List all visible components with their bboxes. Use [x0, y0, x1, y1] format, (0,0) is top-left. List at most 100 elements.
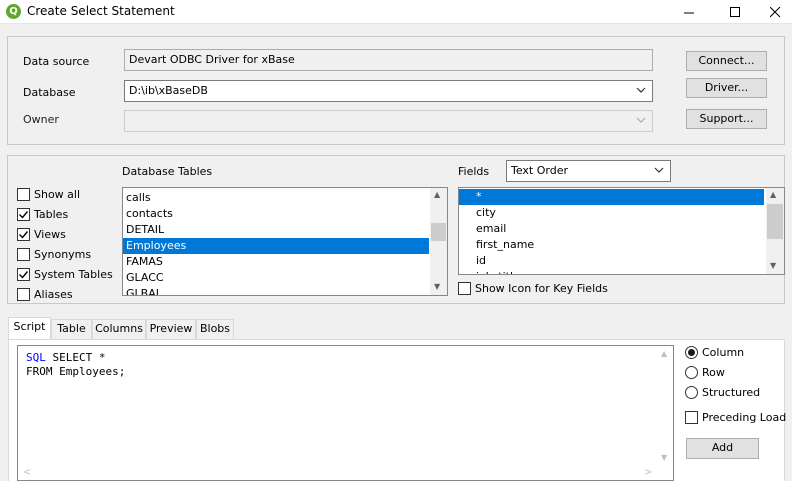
show-icon-key-fields-checkbox[interactable]: Show Icon for Key Fields: [458, 282, 608, 295]
checkmark-icon: [19, 211, 29, 219]
support-button[interactable]: Support...: [686, 109, 767, 129]
preceding-load-box: [685, 411, 698, 424]
scroll-up-arrow-icon[interactable]: ▲: [770, 190, 776, 199]
tables-box: [17, 208, 30, 221]
synonyms-checkbox[interactable]: Synonyms: [17, 248, 91, 261]
system-tables-checkbox[interactable]: System Tables: [17, 268, 113, 281]
tab-blobs[interactable]: Blobs: [196, 319, 234, 339]
add-button[interactable]: Add: [686, 438, 759, 459]
fields-label: Fields: [458, 165, 490, 178]
synonyms-label: Synonyms: [34, 248, 92, 261]
show-all-label: Show all: [34, 188, 81, 201]
script-line-1: SQL SELECT *: [26, 351, 105, 365]
maximize-button[interactable]: [712, 0, 758, 24]
radio-selected-dot: [688, 349, 695, 356]
preceding-load-label: Preceding Load: [702, 411, 787, 424]
driver-button[interactable]: Driver...: [686, 78, 767, 98]
system-tables-label: System Tables: [34, 268, 113, 281]
list-item-selected[interactable]: *: [459, 189, 764, 205]
data-source-field: Devart ODBC Driver for xBase: [124, 49, 653, 71]
list-item-selected[interactable]: Employees: [123, 238, 429, 254]
tab-columns[interactable]: Columns: [92, 319, 146, 339]
checkmark-icon: [19, 231, 29, 239]
row-radio-label: Row: [702, 366, 725, 379]
script-editor[interactable]: SQL SELECT * FROM Employees; ▲ ▼ < >: [17, 345, 674, 481]
close-icon: [769, 6, 780, 17]
list-item[interactable]: calls: [123, 190, 447, 206]
show-all-box: [17, 188, 30, 201]
database-select[interactable]: D:\ib\xBaseDB: [124, 80, 653, 102]
chevron-down-icon: [654, 167, 664, 173]
fields-order-value: Text Order: [511, 164, 569, 177]
synonyms-box: [17, 248, 30, 261]
scroll-down-arrow-icon[interactable]: ▼: [434, 282, 440, 291]
tab-table[interactable]: Table: [51, 319, 92, 339]
checkmark-icon: [19, 271, 29, 279]
connect-button[interactable]: Connect...: [686, 51, 767, 71]
close-button[interactable]: [758, 0, 792, 24]
fields-list[interactable]: * city email first_name id job_title ▲ ▼: [458, 187, 785, 275]
aliases-label: Aliases: [34, 288, 73, 301]
app-logo-icon: Q: [6, 4, 21, 19]
list-item[interactable]: GLACC: [123, 270, 447, 286]
owner-label: Owner: [23, 113, 59, 126]
list-item[interactable]: contacts: [123, 206, 447, 222]
show-icon-key-fields-box: [458, 282, 471, 295]
sql-keyword: SQL: [26, 351, 46, 364]
list-item[interactable]: first_name: [459, 237, 784, 253]
owner-select[interactable]: [124, 110, 653, 132]
fields-order-select[interactable]: Text Order: [506, 160, 671, 182]
show-all-checkbox[interactable]: Show all: [17, 188, 80, 201]
list-item[interactable]: email: [459, 221, 784, 237]
tab-preview[interactable]: Preview: [146, 319, 196, 339]
structured-radio-label: Structured: [702, 386, 761, 399]
tables-scroll-thumb[interactable]: [431, 223, 446, 241]
row-radio-circle: [685, 366, 698, 379]
list-item[interactable]: DETAIL: [123, 222, 447, 238]
column-radio-label: Column: [702, 346, 745, 359]
tables-checkbox[interactable]: Tables: [17, 208, 68, 221]
list-item[interactable]: GLBAL: [123, 286, 447, 295]
tables-label: Tables: [34, 208, 69, 221]
list-item[interactable]: FAMAS: [123, 254, 447, 270]
list-item[interactable]: id: [459, 253, 784, 269]
scroll-up-arrow-icon[interactable]: ▲: [661, 349, 667, 358]
tables-scrollbar[interactable]: ▲ ▼: [430, 188, 447, 295]
show-icon-key-fields-label: Show Icon for Key Fields: [475, 282, 608, 295]
scroll-left-arrow-icon[interactable]: <: [23, 467, 31, 478]
minimize-icon: [683, 12, 694, 13]
aliases-box: [17, 288, 30, 301]
row-radio[interactable]: Row: [685, 366, 725, 379]
list-item[interactable]: job_title: [459, 269, 784, 274]
scroll-right-arrow-icon[interactable]: >: [644, 467, 652, 478]
script-hscrollbar[interactable]: < >: [18, 465, 657, 480]
script-line-2: FROM Employees;: [26, 365, 126, 378]
structured-radio-circle: [685, 386, 698, 399]
fields-scroll-thumb[interactable]: [767, 204, 783, 239]
views-checkbox[interactable]: Views: [17, 228, 66, 241]
scroll-up-arrow-icon[interactable]: ▲: [434, 190, 440, 199]
database-label: Database: [23, 86, 76, 99]
database-tables-label: Database Tables: [122, 165, 213, 178]
tab-script[interactable]: Script: [8, 317, 51, 339]
chevron-down-icon: [636, 87, 646, 93]
scroll-down-arrow-icon[interactable]: ▼: [770, 261, 776, 270]
views-box: [17, 228, 30, 241]
script-vscrollbar[interactable]: ▲ ▼: [657, 346, 673, 465]
window-title: Create Select Statement: [27, 4, 175, 18]
scroll-down-arrow-icon[interactable]: ▼: [661, 453, 667, 462]
aliases-checkbox[interactable]: Aliases: [17, 288, 73, 301]
views-label: Views: [34, 228, 66, 241]
column-radio[interactable]: Column: [685, 346, 744, 359]
database-value: D:\ib\xBaseDB: [129, 84, 208, 97]
data-source-label: Data source: [23, 55, 90, 68]
structured-radio[interactable]: Structured: [685, 386, 760, 399]
column-radio-circle: [685, 346, 698, 359]
database-tables-list[interactable]: calls contacts DETAIL Employees FAMAS GL…: [122, 187, 448, 296]
maximize-icon: [729, 6, 740, 17]
list-item[interactable]: city: [459, 205, 784, 221]
system-tables-box: [17, 268, 30, 281]
fields-scrollbar[interactable]: ▲ ▼: [766, 188, 784, 274]
preceding-load-checkbox[interactable]: Preceding Load: [685, 411, 786, 424]
minimize-button[interactable]: [666, 0, 712, 24]
